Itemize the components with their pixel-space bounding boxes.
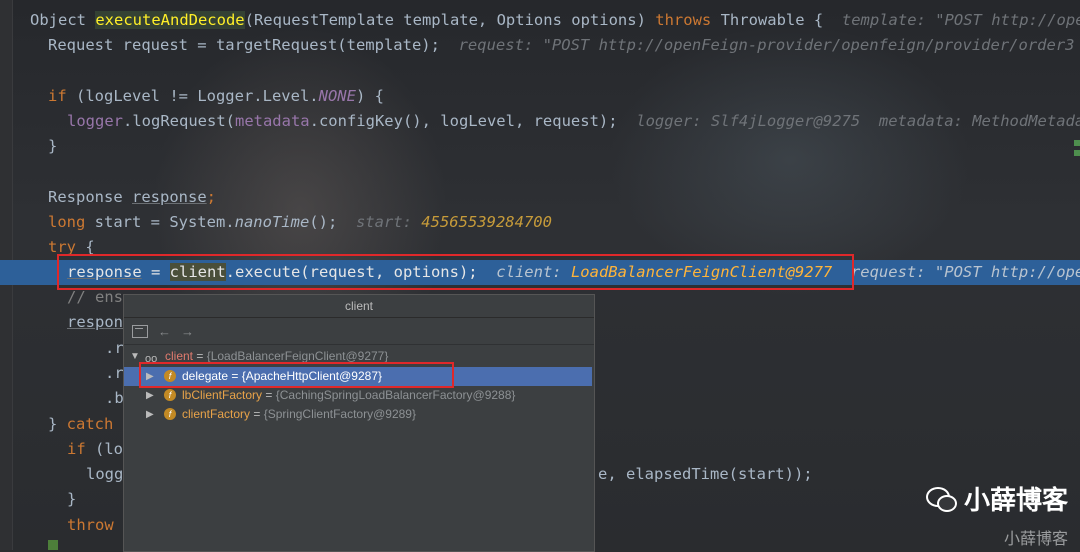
field-icon: f (164, 408, 176, 420)
wechat-icon (925, 485, 957, 513)
method-name: executeAndDecode (95, 11, 245, 29)
popup-toolbar: ← → (124, 318, 594, 345)
code-line-15: .r (105, 364, 124, 382)
code-line-17: } catch (48, 415, 114, 433)
watermark: 小薛博客 小薛博客 (925, 480, 1068, 549)
code-line-16: .b (105, 389, 124, 407)
annotation-highlight-box (57, 254, 854, 290)
code-line-19-tail: e, elapsedTime(start)); (598, 465, 813, 483)
code-line-6: } (48, 137, 58, 155)
code-line-8: Response response; (48, 188, 216, 206)
code-line-12: // ens (67, 288, 123, 306)
inline-debug-hint: request: "POST http://openFeign-provider… (439, 36, 1075, 54)
scroll-mark (1074, 150, 1080, 156)
code-line-13: respon (67, 313, 123, 331)
code-line-14: .r (105, 339, 124, 357)
collapsed-arrow-icon[interactable]: ▶ (146, 405, 154, 424)
code-line-20: } (67, 490, 77, 508)
popup-title: client (124, 295, 594, 318)
code-line-1: Object executeAndDecode(RequestTemplate … (30, 8, 1080, 33)
tree-item-lbclientfactory[interactable]: ▶ f lbClientFactory = {CachingSpringLoad… (124, 386, 592, 405)
code-line-19: logg (86, 465, 124, 483)
watermark-subtitle: 小薛博客 (1003, 529, 1068, 548)
inline-debug-value: 45565539284700 (421, 213, 552, 231)
code-line-5: logger.logRequest(metadata.configKey(), … (67, 109, 1080, 134)
code-line-21: throw (67, 516, 114, 534)
code-line-9: long start = System.nanoTime(); start: 4… (48, 213, 552, 231)
forward-icon[interactable]: → (181, 324, 194, 339)
watermark-title: 小薛博客 (963, 486, 1068, 516)
code-line-2: Request request = targetRequest(template… (48, 36, 1075, 54)
scrollbar-markers[interactable] (1074, 140, 1080, 180)
back-icon[interactable]: ← (158, 324, 171, 339)
add-to-watches-icon[interactable] (132, 324, 148, 338)
scroll-mark (1074, 140, 1080, 146)
field-icon: f (164, 389, 176, 401)
variable-inspector-popup[interactable]: client ← → ▼ oo client = {LoadBalancerFe… (123, 294, 595, 552)
code-line-4: if (logLevel != Logger.Level.NONE) { (48, 87, 384, 105)
change-marker (48, 540, 58, 550)
code-line-18: if (lo (67, 440, 123, 458)
inline-debug-hint: logger: Slf4jLogger@9275 metadata: Metho… (617, 112, 1080, 130)
collapsed-arrow-icon[interactable]: ▶ (146, 386, 154, 405)
annotation-highlight-box-delegate (139, 362, 454, 388)
inline-debug-hint: template: "POST http://ope (823, 11, 1080, 29)
tree-item-clientfactory[interactable]: ▶ f clientFactory = {SpringClientFactory… (124, 405, 592, 424)
